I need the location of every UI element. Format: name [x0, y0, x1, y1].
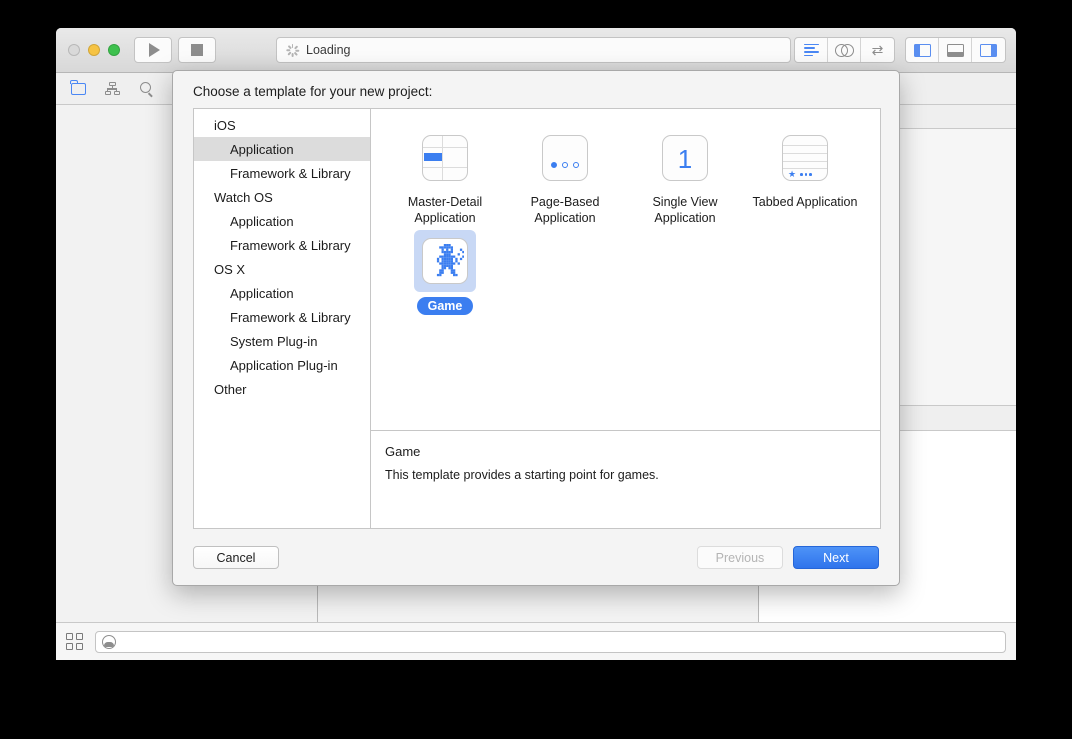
- symbol-navigator-button[interactable]: [104, 82, 120, 96]
- bottom-pane-icon: [946, 43, 964, 57]
- scheme-status-bar[interactable]: Loading: [276, 37, 791, 63]
- tabbed-icon: ★: [782, 135, 828, 181]
- category-item-label: Application Plug-in: [230, 357, 338, 373]
- zoom-window-button[interactable]: [108, 44, 120, 56]
- template-grid: Master-Detail Application Page-Based Appl…: [371, 109, 880, 430]
- category-item-framework-library[interactable]: Framework & Library: [194, 233, 370, 257]
- right-pane-icon: [980, 43, 997, 57]
- hierarchy-icon: [104, 82, 120, 95]
- filter-input[interactable]: [94, 630, 1006, 653]
- category-item-framework-library[interactable]: Framework & Library: [194, 161, 370, 185]
- toolbar-right-controls: ⇄: [794, 37, 1006, 63]
- template-description-panel: Game This template provides a starting p…: [371, 430, 880, 528]
- stop-button[interactable]: [178, 37, 216, 63]
- standard-editor-button[interactable]: [795, 38, 828, 62]
- toggle-debug-area-button[interactable]: [939, 38, 972, 62]
- description-body: This template provides a starting point …: [385, 468, 659, 482]
- window-titlebar: Loading ⇄: [56, 28, 1016, 73]
- minimize-window-button[interactable]: [88, 44, 100, 56]
- category-item-label: Watch OS: [214, 189, 273, 205]
- template-icon-wrapper: 1: [654, 127, 716, 189]
- category-item-label: Framework & Library: [230, 165, 351, 181]
- editor-mode-segments: ⇄: [794, 37, 895, 63]
- category-item-system-plug-in[interactable]: System Plug-in: [194, 329, 370, 353]
- category-item-application-plug-in[interactable]: Application Plug-in: [194, 353, 370, 377]
- category-item-label: Application: [230, 141, 294, 157]
- folder-icon: [69, 79, 86, 95]
- left-pane-icon: [913, 43, 931, 57]
- category-item-label: Framework & Library: [230, 237, 351, 253]
- arrows-icon: ⇄: [871, 42, 884, 58]
- category-item-ios[interactable]: iOS: [194, 113, 370, 137]
- template-icon-wrapper: [534, 127, 596, 189]
- choose-template-dialog: Choose a template for your new project: …: [172, 70, 900, 586]
- play-icon: [149, 43, 160, 57]
- template-item-master-detail-application[interactable]: Master-Detail Application: [385, 127, 505, 226]
- category-item-label: System Plug-in: [230, 333, 318, 349]
- template-item-tabbed-application[interactable]: ★ Tabbed Application: [745, 127, 865, 226]
- description-title: Game: [385, 444, 421, 459]
- category-item-application[interactable]: Application: [194, 281, 370, 305]
- previous-button[interactable]: Previous: [697, 546, 783, 569]
- category-item-label: Other: [214, 381, 247, 397]
- close-window-button[interactable]: [68, 44, 80, 56]
- category-item-label: iOS: [214, 117, 236, 133]
- template-item-page-based-application[interactable]: Page-Based Application: [505, 127, 625, 226]
- traffic-lights: [68, 44, 120, 56]
- template-icon-wrapper: [414, 230, 476, 292]
- category-item-other[interactable]: Other: [194, 377, 370, 401]
- stop-square-icon: [191, 44, 203, 56]
- window-footer-bar: [56, 622, 1016, 660]
- template-item-game[interactable]: Game: [385, 230, 505, 315]
- find-navigator-button[interactable]: [138, 82, 154, 96]
- template-item-label: Master-Detail Application: [407, 195, 483, 225]
- grid-icon[interactable]: [66, 633, 83, 650]
- category-item-framework-library[interactable]: Framework & Library: [194, 305, 370, 329]
- toggle-utilities-button[interactable]: [972, 38, 1005, 62]
- category-item-os-x[interactable]: OS X: [194, 257, 370, 281]
- next-button[interactable]: Next: [793, 546, 879, 569]
- category-item-label: OS X: [214, 261, 246, 277]
- template-item-label: Tabbed Application: [752, 195, 858, 209]
- project-navigator-button[interactable]: [69, 79, 86, 96]
- category-sidebar: iOS Application Framework & Library Watch O…: [194, 109, 371, 528]
- template-item-label: Page-Based Application: [530, 195, 600, 225]
- search-icon: [139, 82, 153, 95]
- template-icon-wrapper: ★: [774, 127, 836, 189]
- template-item-label: Game: [416, 297, 474, 315]
- master-detail-icon: [422, 135, 468, 181]
- category-item-label: Framework & Library: [230, 309, 351, 325]
- navigator-icon-row: [56, 79, 188, 96]
- page-based-icon: [542, 135, 588, 181]
- single-view-icon: 1: [662, 135, 708, 181]
- cancel-button[interactable]: Cancel: [193, 546, 279, 569]
- dialog-title: Choose a template for your new project:: [193, 84, 433, 99]
- loading-spinner-icon: [285, 43, 299, 57]
- dialog-right-side: Master-Detail Application Page-Based Appl…: [371, 109, 880, 528]
- assistant-editor-button[interactable]: [828, 38, 861, 62]
- venn-icon: [834, 43, 854, 57]
- toggle-navigator-button[interactable]: [906, 38, 939, 62]
- category-item-watch-os[interactable]: Watch OS: [194, 185, 370, 209]
- category-item-application[interactable]: Application: [194, 209, 370, 233]
- category-item-application[interactable]: Application: [194, 137, 370, 161]
- game-sprite-icon: [422, 238, 468, 284]
- lines-icon: [803, 43, 819, 57]
- template-item-single-view-application[interactable]: 1 Single View Application: [625, 127, 745, 226]
- template-icon-wrapper: [414, 127, 476, 189]
- dialog-button-row: Cancel Previous Next: [193, 546, 879, 569]
- run-button[interactable]: [134, 37, 172, 63]
- category-item-label: Application: [230, 213, 294, 229]
- scheme-status-label: Loading: [306, 43, 351, 57]
- dialog-panels: iOS Application Framework & Library Watch O…: [193, 108, 881, 529]
- view-toggle-segments: [905, 37, 1006, 63]
- version-editor-button[interactable]: ⇄: [861, 38, 894, 62]
- template-item-label: Single View Application: [652, 195, 718, 225]
- filter-icon: [101, 634, 116, 649]
- category-item-label: Application: [230, 285, 294, 301]
